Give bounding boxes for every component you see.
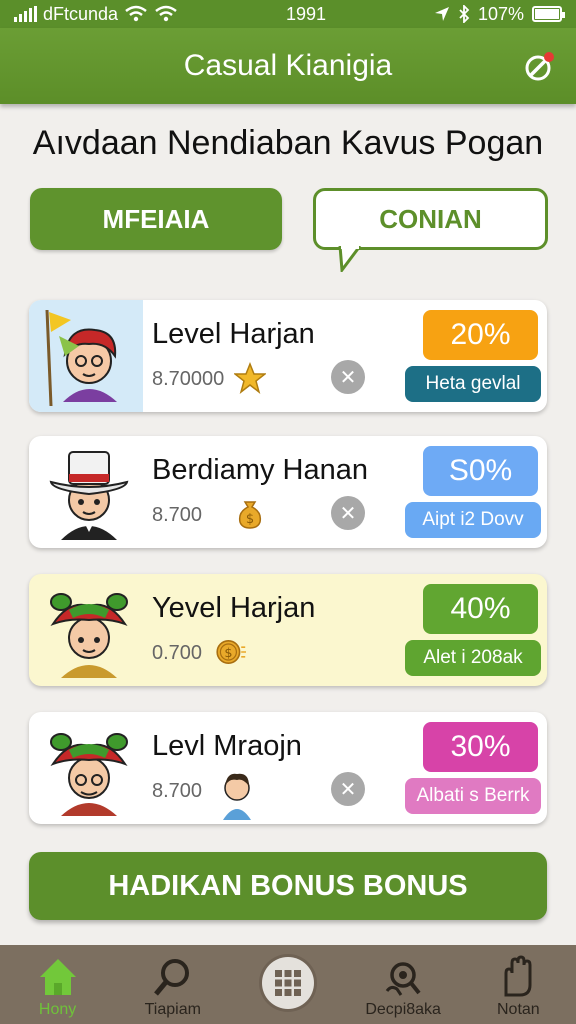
nav-label: Hony [38, 1001, 77, 1018]
home-icon [39, 959, 76, 995]
percent-badge: 40% [423, 584, 538, 634]
money-bag-icon: $ [238, 501, 262, 529]
battery-percent: 107% [477, 3, 524, 24]
remove-button[interactable]: ✕ [331, 360, 365, 394]
card-value: 0.700 [152, 642, 203, 664]
app-header: Casual Kianigia [0, 28, 576, 104]
action-button[interactable]: Heta gevlal [405, 366, 541, 402]
nav-item-home[interactable]: Hony [3, 945, 113, 1024]
tab-conian[interactable]: CONIAN [313, 188, 548, 250]
status-bar: dFtcunda 1991 107% [0, 0, 576, 28]
nav-label: Notan [496, 1001, 540, 1018]
percent-badge: 20% [423, 310, 538, 360]
list-item[interactable]: Levl Mraojn 8.700 ✕ 30% Albati s Berrk [29, 712, 547, 824]
status-left: dFtcunda [14, 4, 178, 25]
person-icon [223, 773, 251, 820]
location-icon [434, 7, 449, 21]
search-hand-icon [385, 962, 421, 996]
remove-button[interactable]: ✕ [331, 772, 365, 806]
action-button[interactable]: Albati s Berrk [405, 778, 541, 814]
wifi-icon [125, 5, 147, 22]
signal-icon [14, 6, 37, 22]
svg-text:$: $ [224, 646, 232, 661]
card-name: Yevel Harjan [152, 592, 316, 624]
nav-item-search[interactable]: Tiapiam [118, 945, 228, 1024]
card-name: Levl Mraojn [152, 730, 302, 762]
avatar [45, 309, 117, 406]
action-button[interactable]: Aipt i2 Dovv [405, 502, 541, 538]
avatar [49, 451, 129, 540]
hand-icon [504, 955, 532, 997]
card-value: 8.700 [152, 780, 203, 802]
search-icon [153, 959, 189, 996]
svg-text:$: $ [246, 512, 254, 527]
app-title: Casual Kianigia [183, 49, 393, 82]
list-item[interactable]: Level Harjan 8.70000 ✕ 20% Heta gevlal [29, 300, 547, 412]
nav-item-notan[interactable]: Notan [463, 945, 573, 1024]
star-icon [234, 362, 266, 394]
status-right: 107% [434, 3, 565, 25]
coin-icon: $ [216, 640, 246, 664]
card-value: 8.700 [152, 504, 203, 526]
card-name: Level Harjan [152, 318, 315, 350]
percent-badge: 30% [423, 722, 538, 772]
nav-item-grid[interactable] [233, 945, 343, 1024]
grid-button [261, 957, 314, 1009]
list-item[interactable]: Berdiamy Hanan 8.700 $ ✕ S0% Aipt i2 Dov… [29, 436, 547, 548]
bottom-nav: Hony Tiapiam Decpi8aka Notan [0, 945, 576, 1024]
action-button[interactable]: Alet i 208ak [405, 640, 541, 676]
bonus-button[interactable]: HADIKAN BONUS BONUS [29, 852, 547, 920]
card-value: 8.70000 [152, 368, 225, 390]
wifi-icon-2 [155, 5, 177, 22]
tab-mfeiaia[interactable]: MFEIAIA [30, 188, 282, 250]
status-time: 1991 [285, 3, 327, 24]
remove-button[interactable]: ✕ [331, 496, 365, 530]
card-name: Berdiamy Hanan [152, 454, 368, 486]
page-title: Aıvdaan Nendiaban Kavus Pogan [32, 124, 544, 162]
carrier-name: dFtcunda [43, 3, 119, 24]
hanger-edit-icon[interactable] [522, 48, 558, 84]
bluetooth-icon [459, 5, 470, 23]
tab-pointer [338, 246, 362, 272]
avatar [50, 733, 128, 816]
nav-item-discover[interactable]: Decpi8aka [348, 945, 458, 1024]
list-item[interactable]: Yevel Harjan 0.700 $ 40% Alet i 208ak [29, 574, 547, 686]
nav-label: Decpi8aka [365, 1001, 441, 1018]
percent-badge: S0% [423, 446, 538, 496]
nav-label: Tiapiam [144, 1001, 201, 1018]
battery-icon [532, 6, 565, 22]
grid-icon [274, 970, 301, 996]
avatar [50, 593, 128, 678]
